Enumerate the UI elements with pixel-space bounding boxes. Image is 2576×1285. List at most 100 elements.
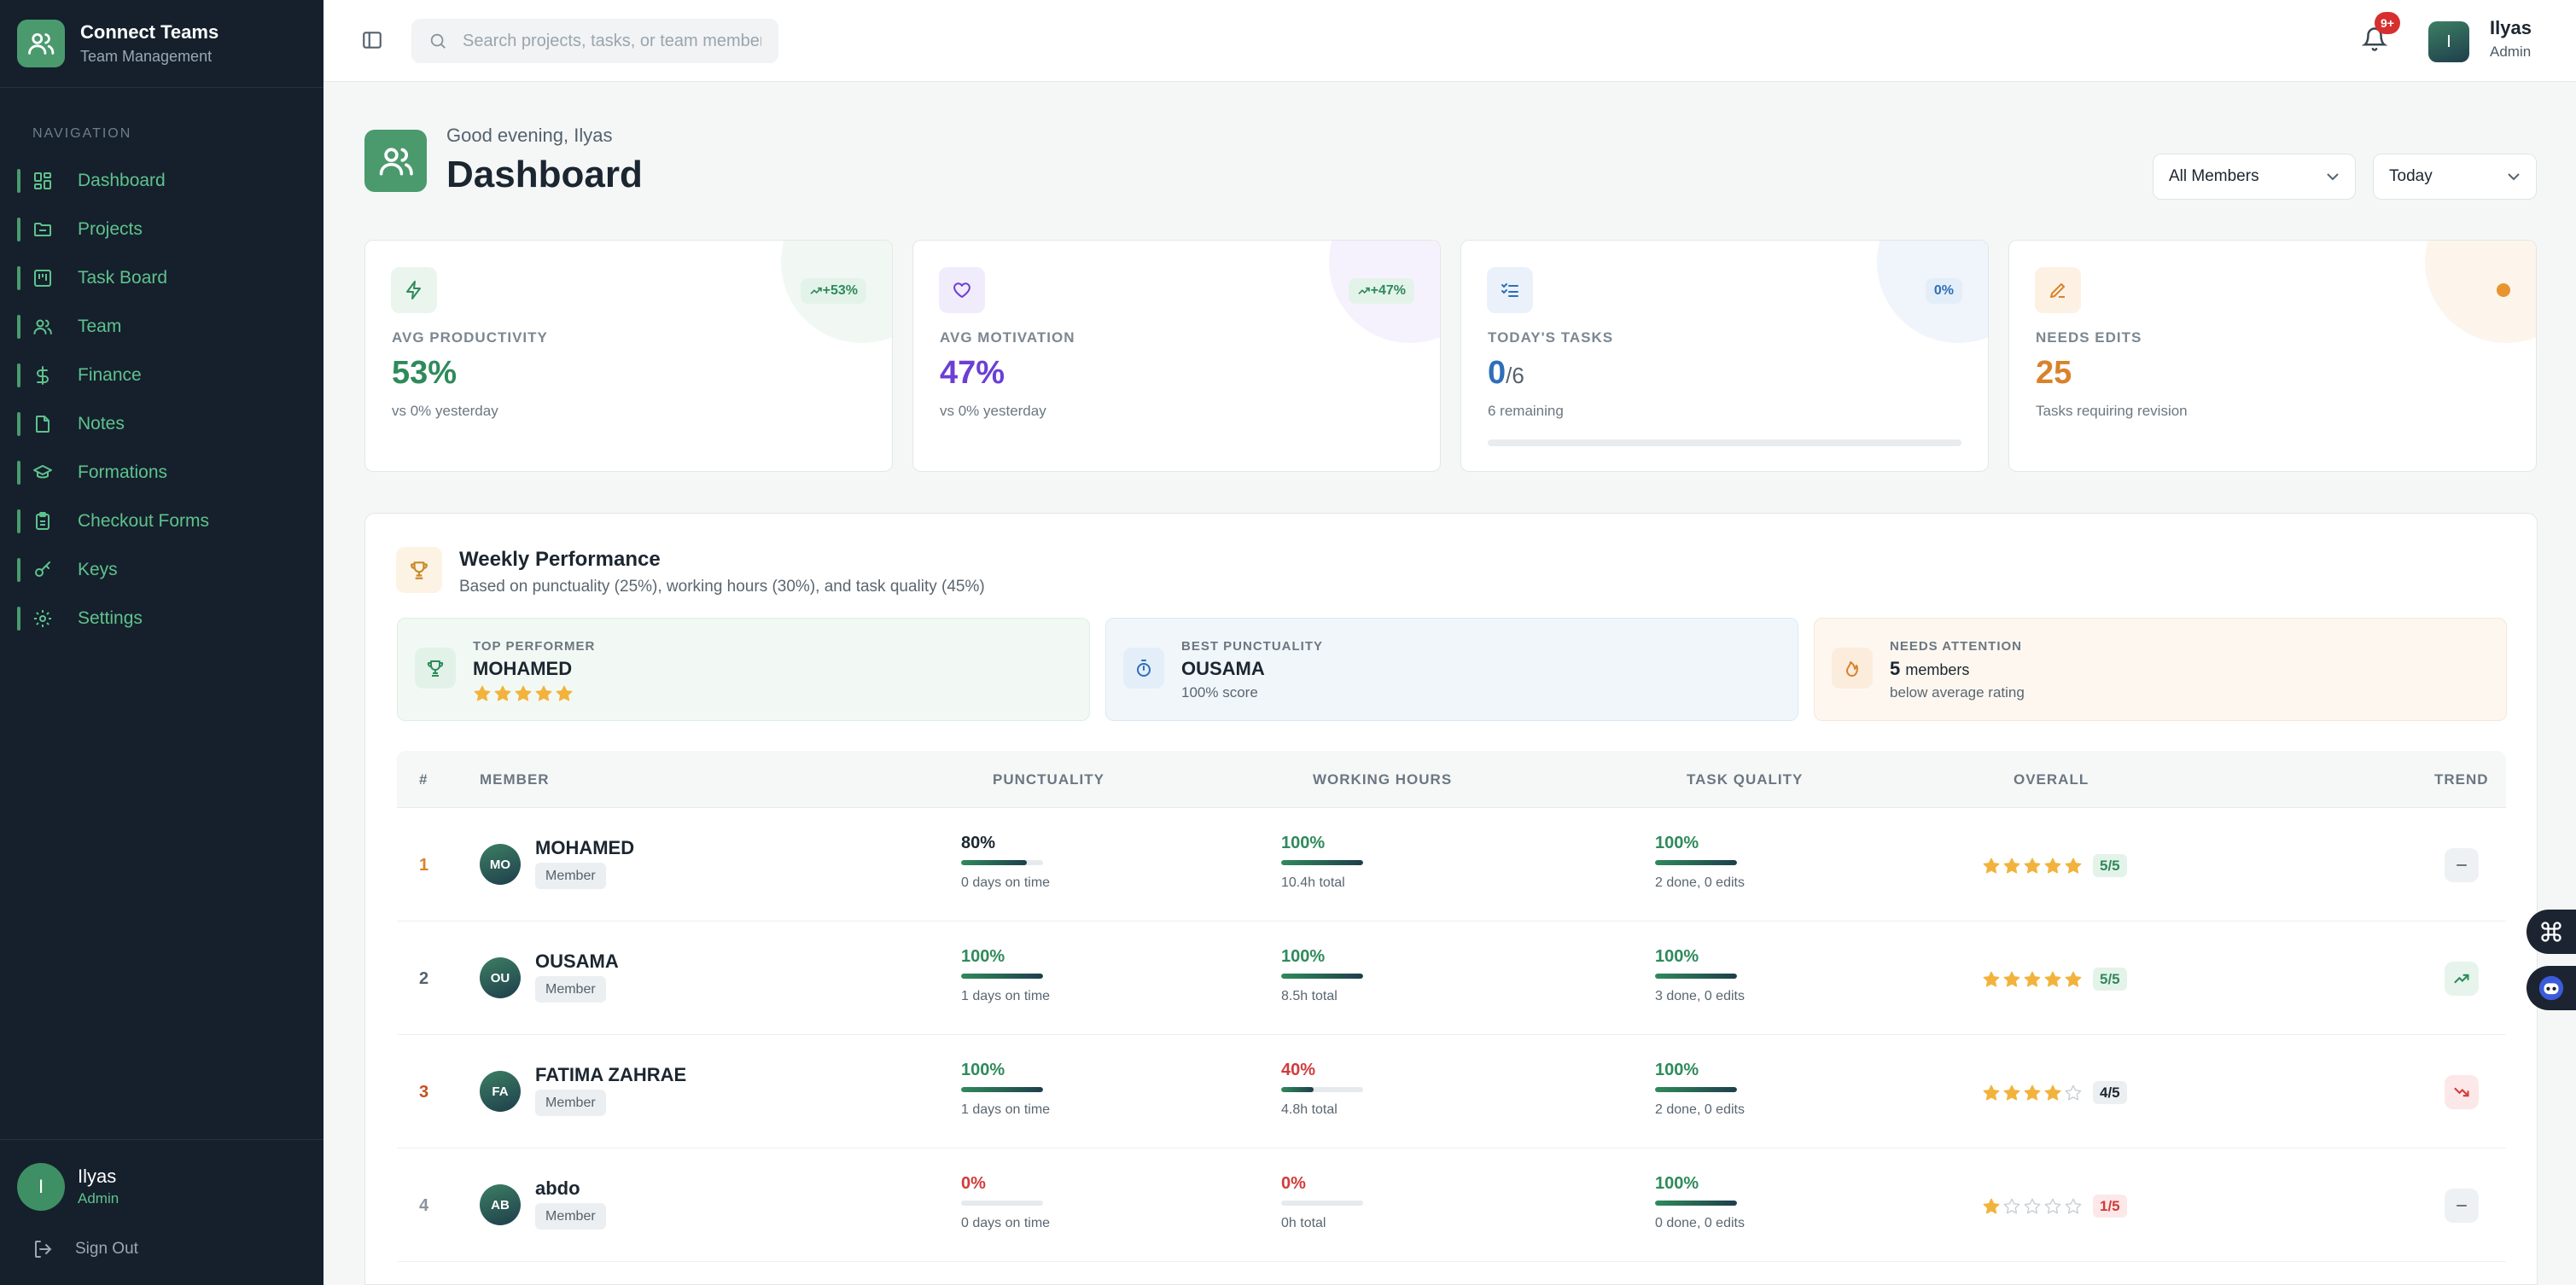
punctuality-cell: 80% 0 days on time — [961, 834, 1050, 891]
member-name[interactable]: OUSAMA — [535, 951, 619, 973]
sidebar-item-label: Dashboard — [78, 170, 166, 190]
stat-sub: vs 0% yesterday — [392, 403, 498, 419]
member-filter-select[interactable]: All Members — [2153, 154, 2356, 200]
sidebar-item-dashboard[interactable]: Dashboard — [0, 156, 323, 205]
sidebar-item-label: Team — [78, 316, 122, 336]
hours-bar — [1281, 1201, 1363, 1206]
chevron-down-icon — [2327, 173, 2339, 181]
member-name[interactable]: MOHAMED — [535, 837, 634, 859]
key-icon — [35, 561, 50, 577]
sidebar-user-name: Ilyas — [78, 1166, 117, 1187]
hours-value: 0% — [1281, 1174, 1306, 1193]
trend-button[interactable] — [2445, 962, 2479, 996]
gear-icon — [34, 610, 51, 627]
trending-up-icon — [1358, 287, 1370, 294]
sidebar-item-label: Keys — [78, 559, 118, 579]
page-title: Dashboard — [446, 154, 643, 195]
column-header-punctuality: PUNCTUALITY — [993, 771, 1104, 788]
hours-cell: 40% 4.8h total — [1281, 1061, 1363, 1118]
hours-value: 100% — [1281, 947, 1326, 966]
member-name[interactable]: abdo — [535, 1177, 580, 1200]
stat-card-productivity: +53% AVG PRODUCTIVITY 53% vs 0% yesterda… — [364, 240, 893, 472]
quality-cell: 100% 3 done, 0 edits — [1655, 947, 1745, 1004]
star-icon — [556, 685, 573, 701]
sidebar-toggle-icon[interactable] — [361, 29, 383, 51]
quality-value: 100% — [1655, 834, 1699, 852]
users-icon — [364, 130, 427, 192]
avatar[interactable]: AB — [480, 1184, 521, 1225]
quality-sub: 0 done, 0 edits — [1655, 1216, 1745, 1230]
topbar: 9+ I Ilyas Admin — [323, 0, 2576, 82]
brand[interactable]: Connect Teams Team Management — [0, 0, 323, 88]
star-icon — [474, 685, 491, 701]
punctuality-bar — [961, 860, 1043, 865]
sign-out-button[interactable]: Sign Out — [32, 1239, 138, 1259]
hours-sub: 4.8h total — [1281, 1102, 1338, 1117]
search-box[interactable] — [411, 19, 778, 63]
trend-button[interactable] — [2445, 848, 2479, 882]
search-input[interactable] — [463, 31, 761, 51]
avatar[interactable]: MO — [480, 844, 521, 885]
avatar[interactable]: OU — [480, 957, 521, 998]
sidebar-item-keys[interactable]: Keys — [0, 545, 323, 594]
rank-number: 3 — [419, 1083, 429, 1102]
highlight-value: 5 members — [1890, 658, 1969, 680]
user-role: Admin — [2490, 44, 2532, 60]
hours-cell: 0% 0h total — [1281, 1174, 1363, 1231]
star-icon — [2065, 858, 2082, 873]
heart-icon — [939, 267, 985, 313]
bot-icon — [2538, 975, 2564, 1001]
quality-bar — [1655, 974, 1737, 979]
hours-bar — [1281, 1087, 1363, 1092]
avatar[interactable]: FA — [480, 1071, 521, 1112]
column-header-rank: # — [419, 771, 428, 788]
quality-value: 100% — [1655, 1061, 1699, 1079]
highlight-label: BEST PUNCTUALITY — [1181, 639, 1323, 654]
star-icon — [2024, 858, 2041, 873]
table-row[interactable]: 4 AB abdo Member 0% 0 days on time 0% 0h… — [397, 1148, 2506, 1262]
rating-stars — [473, 684, 575, 703]
avatar[interactable]: I — [2428, 21, 2469, 62]
quality-value: 100% — [1655, 1174, 1699, 1193]
rank-number: 4 — [419, 1196, 429, 1215]
sidebar-item-notes[interactable]: Notes — [0, 399, 323, 448]
sidebar-item-finance[interactable]: Finance — [0, 351, 323, 399]
performance-table: # MEMBER PUNCTUALITY WORKING HOURS TASK … — [397, 751, 2506, 1262]
role-badge: Member — [535, 863, 606, 889]
stat-label: AVG PRODUCTIVITY — [392, 329, 548, 346]
stat-value: 47% — [940, 355, 1005, 391]
sidebar-item-projects[interactable]: Projects — [0, 205, 323, 253]
sidebar-item-checkout-forms[interactable]: Checkout Forms — [0, 497, 323, 545]
rating-stars: 5/5 — [1982, 854, 2127, 877]
hours-value: 40% — [1281, 1061, 1316, 1079]
member-filter-value: All Members — [2169, 167, 2259, 185]
sidebar-item-label: Formations — [78, 462, 168, 482]
sidebar-item-task-board[interactable]: Task Board — [0, 253, 323, 302]
trend-button[interactable] — [2445, 1075, 2479, 1109]
member-name[interactable]: FATIMA ZAHRAE — [535, 1064, 686, 1086]
sidebar-item-formations[interactable]: Formations — [0, 448, 323, 497]
column-header-task-quality: TASK QUALITY — [1687, 771, 1804, 788]
table-row[interactable]: 2 OU OUSAMA Member 100% 1 days on time 1… — [397, 922, 2506, 1035]
table-row[interactable]: 3 FA FATIMA ZAHRAE Member 100% 1 days on… — [397, 1035, 2506, 1148]
rating-stars: 1/5 — [1982, 1195, 2127, 1218]
weekly-performance-panel: Weekly Performance Based on punctuality … — [364, 513, 2538, 1285]
checklist-icon — [1487, 267, 1533, 313]
punctuality-bar — [961, 1201, 1043, 1206]
star-icon — [2044, 971, 2061, 986]
quality-cell: 100% 2 done, 0 edits — [1655, 834, 1745, 891]
apps-button[interactable] — [2526, 910, 2576, 954]
trending-up-icon — [810, 287, 822, 294]
sidebar-item-settings[interactable]: Settings — [0, 594, 323, 642]
user-name[interactable]: Ilyas — [2490, 17, 2532, 39]
trend-button[interactable] — [2445, 1189, 2479, 1223]
table-row[interactable]: 1 MO MOHAMED Member 80% 0 days on time 1… — [397, 808, 2506, 922]
assistant-button[interactable] — [2526, 966, 2576, 1010]
avatar[interactable]: I — [17, 1163, 65, 1211]
hours-bar — [1281, 860, 1363, 865]
role-badge: Member — [535, 1203, 606, 1230]
period-filter-select[interactable]: Today — [2373, 154, 2537, 200]
sidebar-item-team[interactable]: Team — [0, 302, 323, 351]
users-logo-icon — [17, 20, 65, 67]
trending-up-icon — [2454, 974, 2469, 984]
